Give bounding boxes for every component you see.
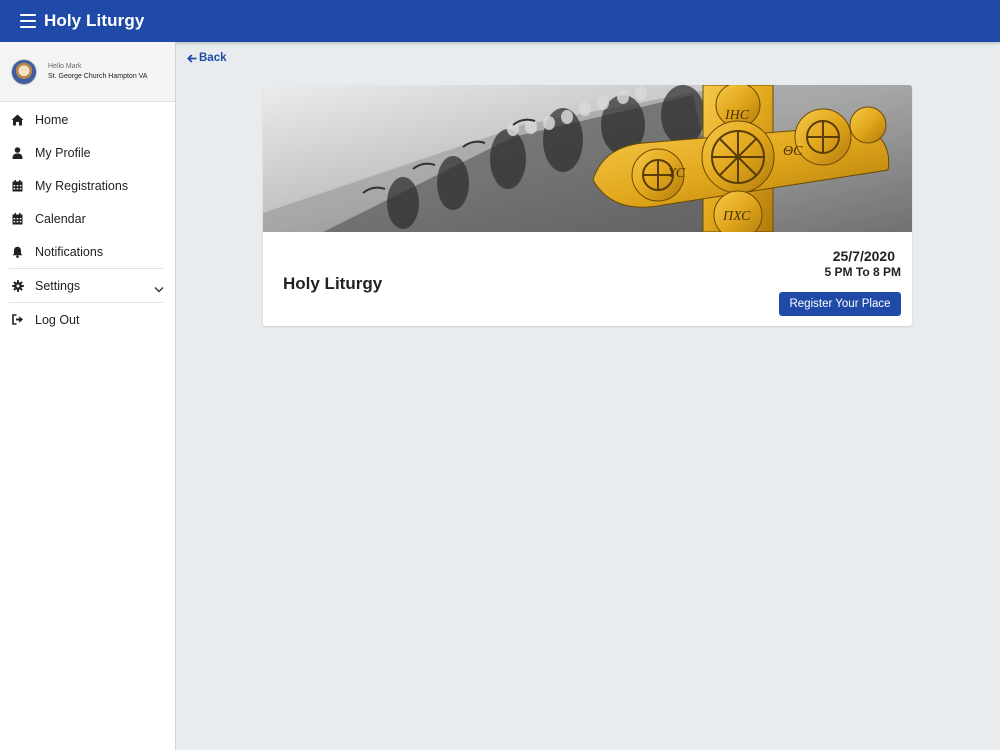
sidebar-item-label: My Profile	[35, 145, 91, 160]
user-info: Hello Mark St. George Church Hampton VA	[0, 42, 175, 102]
calendar-icon	[11, 179, 24, 192]
sidebar-item-my-profile[interactable]: My Profile	[0, 136, 175, 169]
event-date: 25/7/2020	[832, 248, 895, 264]
sidebar-item-notifications[interactable]: Notifications	[0, 235, 175, 268]
sidebar-item-label: Settings	[35, 278, 81, 293]
bell-icon	[11, 245, 24, 258]
sidebar-item-label: Log Out	[35, 312, 80, 327]
user-church: St. George Church Hampton VA	[48, 73, 148, 80]
back-link[interactable]: Back	[187, 52, 227, 64]
sidebar-item-log-out[interactable]: Log Out	[0, 303, 175, 336]
calendar-icon	[11, 212, 24, 225]
event-time: 5 PM To 8 PM	[824, 265, 901, 279]
user-greeting: Hello Mark	[48, 63, 82, 70]
sidebar-item-label: My Registrations	[35, 178, 129, 193]
cross-text-top: ІНС	[724, 108, 750, 123]
cross-text-left: ΥС	[668, 166, 686, 181]
arrow-left-icon	[187, 53, 197, 63]
sidebar-item-label: Calendar	[35, 211, 86, 226]
app-header: Holy Liturgy	[0, 0, 1000, 42]
sidebar-item-my-registrations[interactable]: My Registrations	[0, 169, 175, 202]
sidebar-item-calendar[interactable]: Calendar	[0, 202, 175, 235]
event-banner-image: ІНС ΥС ΘС ПХС	[263, 85, 912, 232]
avatar	[11, 58, 37, 85]
event-card: ІНС ΥС ΘС ПХС Holy Liturgy 25/7/2020 5 P…	[263, 85, 912, 326]
register-button[interactable]: Register Your Place	[779, 292, 901, 316]
sidebar: Hello Mark St. George Church Hampton VA …	[0, 42, 176, 750]
sidebar-item-label: Home	[35, 112, 69, 127]
chevron-down-icon[interactable]	[154, 280, 164, 298]
sidebar-item-label: Notifications	[35, 244, 104, 259]
back-label: Back	[199, 52, 227, 64]
gear-icon	[11, 279, 24, 292]
logout-icon	[11, 313, 24, 326]
user-icon	[11, 146, 24, 159]
sidebar-item-home[interactable]: Home	[0, 103, 175, 136]
hamburger-icon[interactable]	[20, 14, 36, 28]
home-icon	[11, 113, 24, 126]
cross-text-bottom: ПХС	[722, 209, 751, 224]
sidebar-item-settings[interactable]: Settings	[0, 269, 175, 302]
event-title: Holy Liturgy	[283, 274, 383, 293]
cross-text-right: ΘС	[783, 144, 803, 159]
page-title: Holy Liturgy	[44, 11, 145, 30]
coptic-cross-banner: ІНС ΥС ΘС ПХС	[263, 85, 912, 232]
